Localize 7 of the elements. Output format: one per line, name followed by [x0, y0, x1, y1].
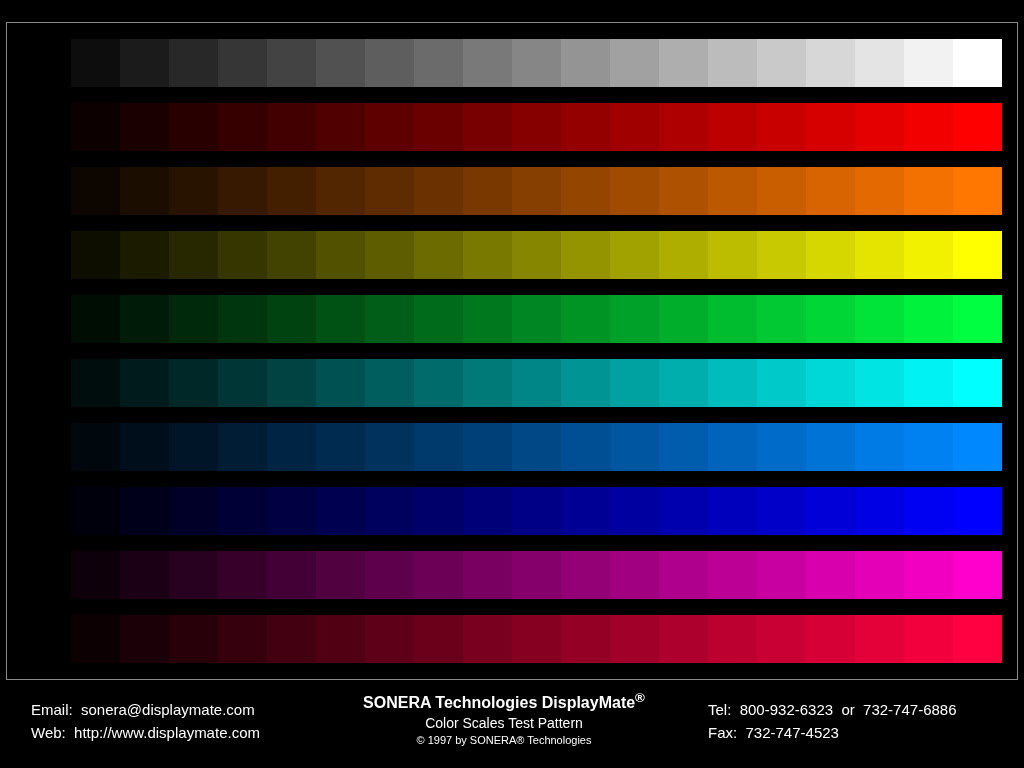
contact-line: Tel: 800-932-6323 or 732-747-6886 — [708, 701, 958, 718]
pattern-subtitle: Color Scales Test Pattern — [425, 715, 583, 732]
contact-line: Email: sonera@displaymate.com — [31, 701, 256, 718]
contact-line: Fax: 732-747-4523 — [708, 724, 840, 741]
contact-line: Web: http://www.displaymate.com — [31, 724, 260, 741]
pattern-title: SONERA Technologies DisplayMate$^{®}$ — [363, 690, 645, 713]
copyright-notice: © 1997 by SONERA® Technologies — [416, 734, 592, 747]
